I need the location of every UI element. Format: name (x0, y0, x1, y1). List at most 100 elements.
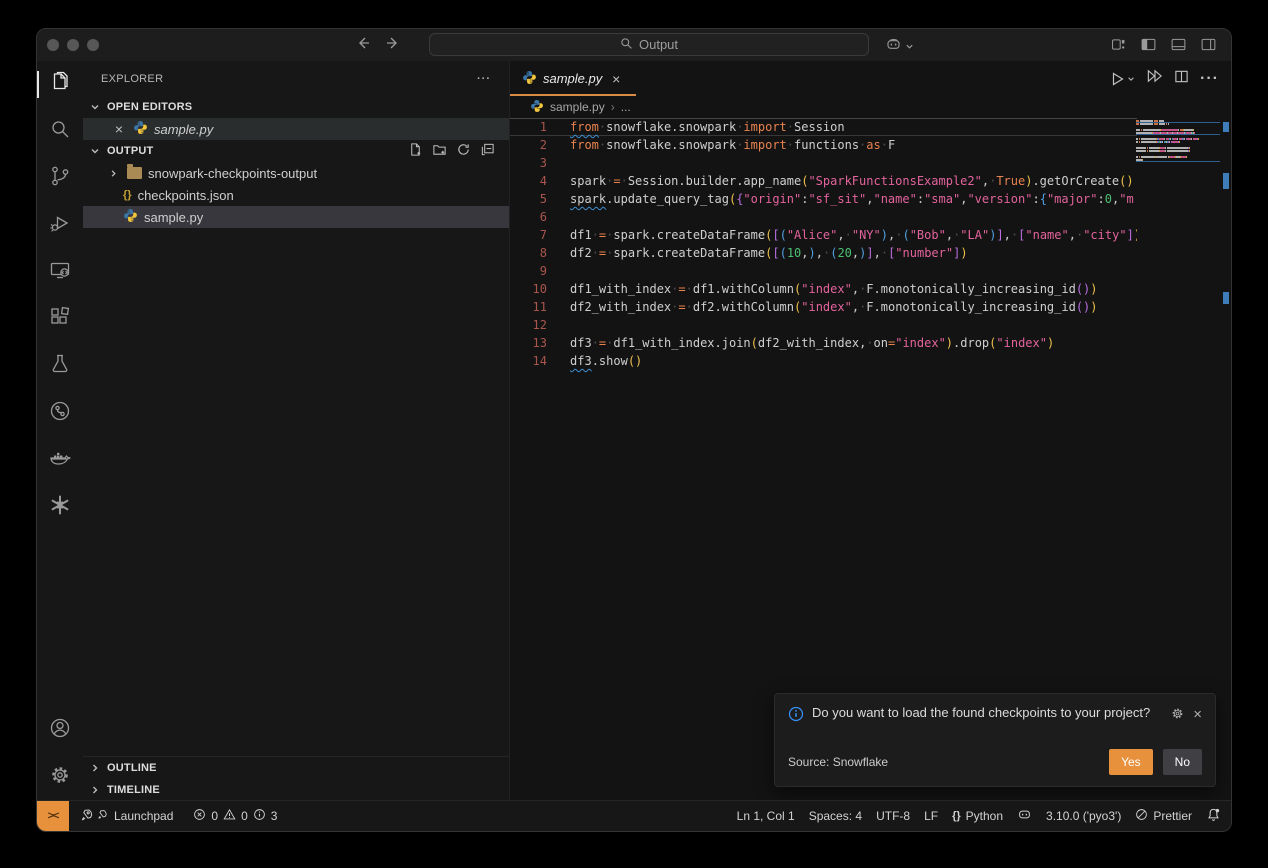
activitybar-snowflake[interactable] (37, 484, 83, 531)
toggle-secondary-sidebar-icon[interactable] (1200, 36, 1217, 58)
indentation[interactable]: Spaces: 4 (802, 809, 869, 823)
code-line[interactable]: 13df3·=·df1_with_index.join(df2_with_ind… (510, 334, 1137, 352)
activitybar-remote-explorer[interactable] (37, 249, 83, 296)
section-timeline[interactable]: TIMELINE (83, 779, 509, 801)
circle-branch-icon (48, 399, 72, 428)
notification-close-icon[interactable]: × (1193, 706, 1202, 723)
traffic-light-minimize[interactable] (67, 39, 79, 51)
code-line[interactable]: 10df1_with_index·=·df1.withColumn("index… (510, 280, 1137, 298)
activitybar-run-debug[interactable] (37, 202, 83, 249)
tab-close-icon[interactable]: × (608, 71, 624, 87)
tree-item-checkpoints-json[interactable]: {} checkpoints.json (83, 184, 509, 206)
split-editor-icon[interactable] (1174, 69, 1189, 89)
encoding[interactable]: UTF-8 (869, 809, 917, 823)
line-number: 2 (510, 136, 570, 154)
refresh-icon[interactable] (456, 142, 471, 160)
traffic-light-close[interactable] (47, 39, 59, 51)
open-editor-label: sample.py (154, 122, 213, 137)
breadcrumb[interactable]: sample.py › ... (510, 96, 1231, 118)
tree-item-sample-py[interactable]: sample.py (83, 206, 509, 228)
new-file-icon[interactable] (408, 142, 423, 160)
run-debug-icon (48, 211, 72, 240)
rocket-icon (80, 808, 94, 825)
notifications-bell[interactable] (1199, 807, 1223, 825)
nav-back-icon[interactable] (355, 35, 371, 51)
nav-forward-icon[interactable] (385, 35, 401, 51)
code-line[interactable]: 2from·snowflake.snowpark·import·function… (510, 136, 1137, 154)
line-number: 11 (510, 298, 570, 316)
activitybar-circle-branch[interactable] (37, 390, 83, 437)
notification-gear-icon[interactable] (1170, 706, 1185, 721)
status-bar: >< Launchpad 0 0 3 Ln 1, Col 1 Spaces: 4… (37, 800, 1231, 831)
code-line[interactable]: 3 (510, 154, 1137, 172)
command-center-search[interactable]: Output (429, 33, 869, 56)
overview-ruler-mark (1223, 122, 1229, 132)
tab-sample-py[interactable]: sample.py × (510, 61, 636, 96)
copilot-icon[interactable] (885, 36, 902, 58)
run-all-icon[interactable] (1146, 68, 1163, 89)
collapse-all-icon[interactable] (480, 142, 495, 160)
problems-indicator[interactable]: 0 0 3 (186, 801, 284, 831)
editor-more-actions-icon[interactable]: ··· (1200, 70, 1219, 88)
minimap[interactable] (1136, 120, 1220, 162)
section-outline[interactable]: OUTLINE (83, 757, 509, 779)
search-icon (48, 117, 72, 146)
line-number: 3 (510, 154, 570, 172)
launchpad-button[interactable]: Launchpad (73, 801, 180, 831)
customize-layout-icon[interactable] (1110, 36, 1127, 58)
activitybar-extensions[interactable] (37, 296, 83, 343)
settings-button[interactable] (37, 754, 83, 801)
formatter-status[interactable]: Prettier (1128, 808, 1199, 824)
code-line[interactable]: 7df1·=·spark.createDataFrame([("Alice",·… (510, 226, 1137, 244)
copilot-status[interactable] (1010, 807, 1039, 825)
overview-ruler[interactable] (1221, 118, 1231, 801)
code-line[interactable]: 6 (510, 208, 1137, 226)
cursor-position[interactable]: Ln 1, Col 1 (730, 809, 802, 823)
line-number: 12 (510, 316, 570, 334)
code-line[interactable]: 11df2_with_index·=·df2.withColumn("index… (510, 298, 1137, 316)
code-line[interactable]: 5spark.update_query_tag({"origin":"sf_si… (510, 190, 1137, 208)
traffic-light-zoom[interactable] (87, 39, 99, 51)
toggle-panel-icon[interactable] (1170, 36, 1187, 58)
accounts-button[interactable] (37, 707, 83, 754)
breadcrumb-rest[interactable]: ... (621, 100, 631, 114)
activitybar-docker[interactable] (37, 437, 83, 484)
copilot-chevron-down-icon[interactable] (905, 38, 914, 56)
explorer-more-actions-icon[interactable]: ··· (477, 73, 491, 85)
section-output[interactable]: OUTPUT (83, 140, 509, 162)
open-editor-sample-py[interactable]: × sample.py (83, 118, 509, 140)
chevron-down-icon (87, 99, 103, 115)
breadcrumb-file[interactable]: sample.py (550, 100, 605, 114)
disabled-circle-icon (1135, 808, 1148, 824)
python-interpreter[interactable]: 3.10.0 ('pyo3') (1039, 809, 1128, 823)
toggle-primary-sidebar-icon[interactable] (1140, 36, 1157, 58)
run-python-file-button[interactable] (1109, 71, 1135, 87)
yes-button[interactable]: Yes (1109, 749, 1153, 775)
code-line[interactable]: 9 (510, 262, 1137, 280)
close-icon[interactable]: × (111, 121, 127, 137)
section-open-editors[interactable]: OPEN EDITORS (83, 96, 509, 118)
rocket-small-icon (97, 809, 108, 823)
code-line[interactable]: 8df2·=·spark.createDataFrame([(10,),·(20… (510, 244, 1137, 262)
activitybar-search[interactable] (37, 108, 83, 155)
language-mode[interactable]: {} Python (945, 809, 1010, 823)
code-line[interactable]: 14df3.show() (510, 352, 1137, 370)
activitybar-source-control[interactable] (37, 155, 83, 202)
code-line[interactable]: 12 (510, 316, 1137, 334)
code-area: 1from·snowflake.snowpark·import·Session2… (510, 118, 1231, 801)
activitybar-explorer[interactable] (37, 61, 83, 108)
tree-item-snowpark-checkpoints-output[interactable]: snowpark-checkpoints-output (83, 162, 509, 184)
eol-sequence[interactable]: LF (917, 809, 945, 823)
new-folder-icon[interactable] (432, 142, 447, 160)
no-button[interactable]: No (1163, 749, 1202, 775)
line-number: 6 (510, 208, 570, 226)
code-line[interactable]: 1from·snowflake.snowpark·import·Session (510, 118, 1137, 136)
activitybar-testing[interactable] (37, 343, 83, 390)
gear-icon (48, 763, 72, 792)
tab-bar: sample.py × ··· (510, 61, 1231, 96)
python-file-icon (133, 120, 148, 138)
code-line[interactable]: 4spark·=·Session.builder.app_name("Spark… (510, 172, 1137, 190)
breadcrumb-separator-icon: › (611, 100, 615, 114)
remote-indicator[interactable]: >< (37, 801, 69, 831)
snowflake-icon (48, 493, 72, 522)
